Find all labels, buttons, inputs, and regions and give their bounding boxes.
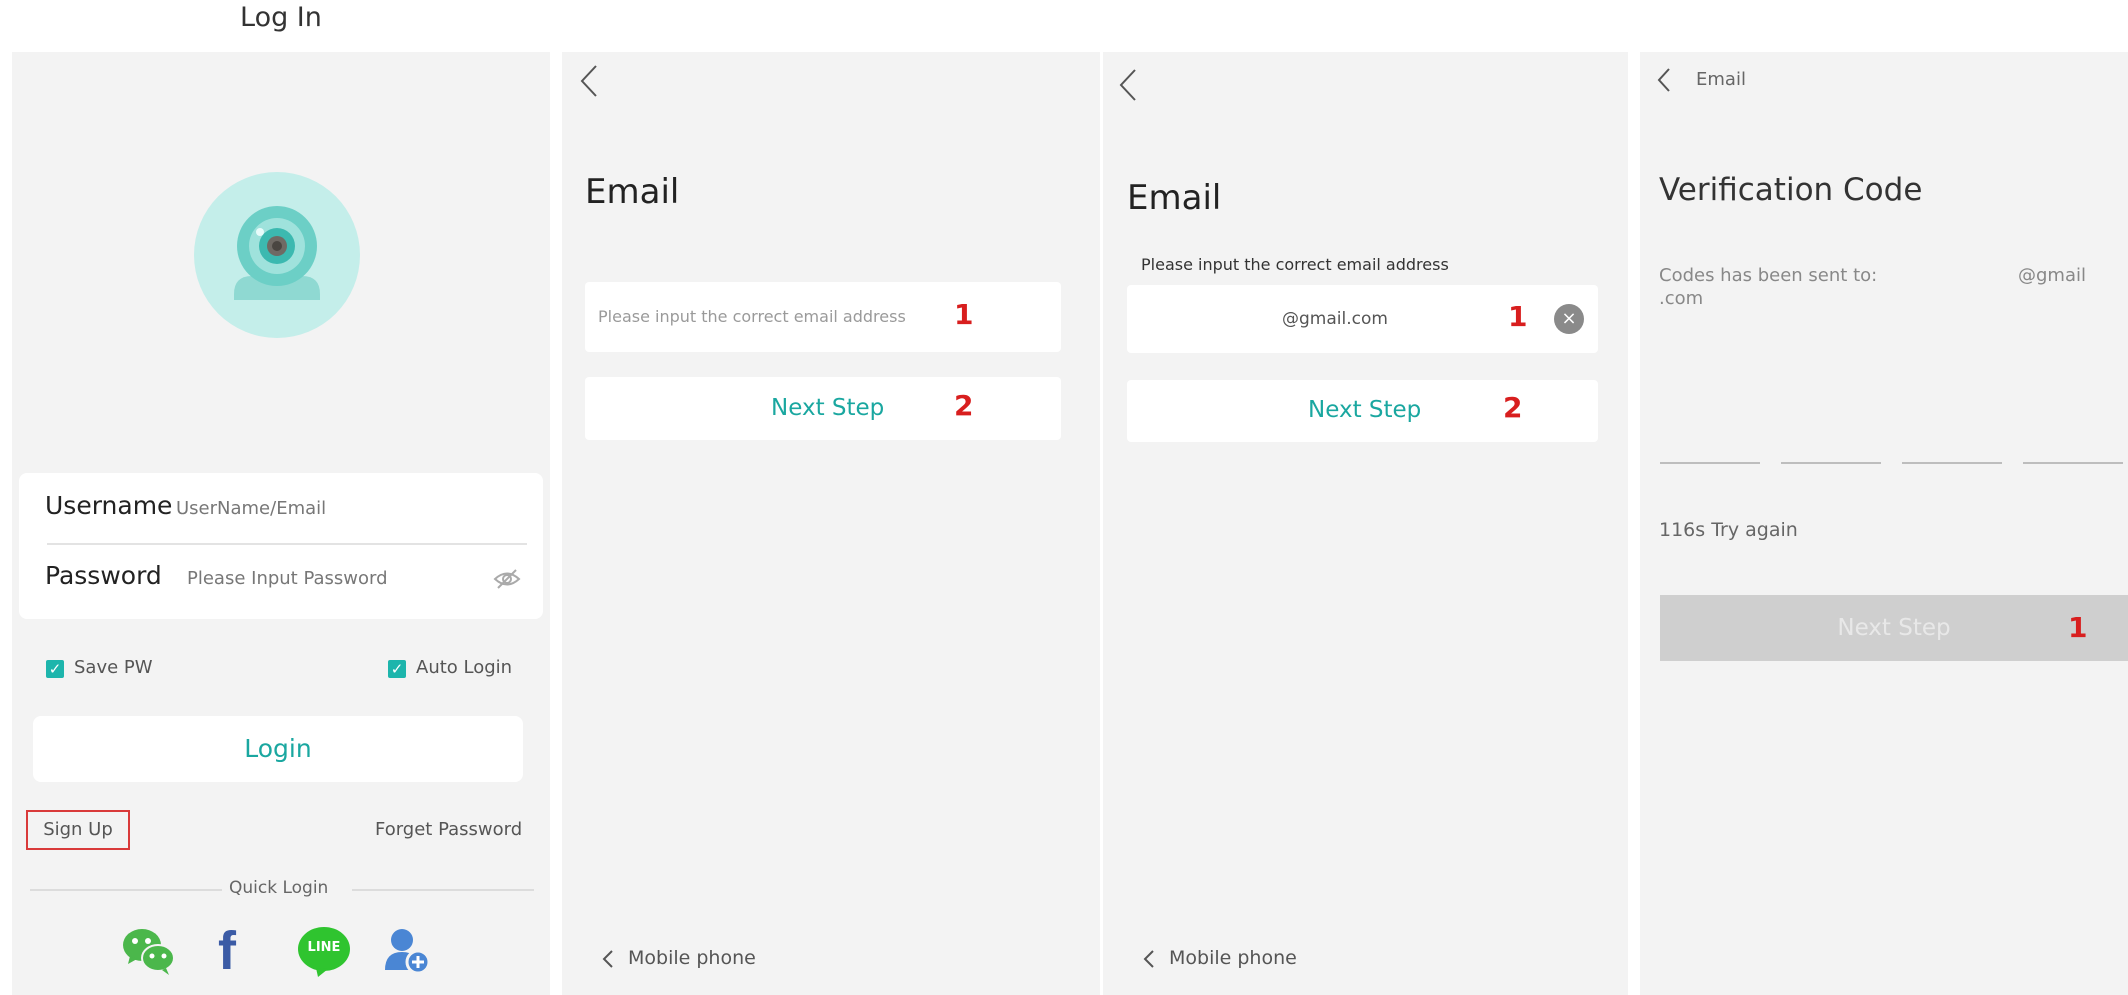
add-contact-icon[interactable] xyxy=(382,926,432,976)
resend-timer: 116s Try again xyxy=(1659,519,1798,541)
next-step-label: Next Step xyxy=(1837,615,1951,641)
eye-off-icon[interactable] xyxy=(493,568,521,594)
step-marker-1: 1 xyxy=(954,298,974,331)
app-logo xyxy=(194,172,360,338)
header-title: Email xyxy=(1696,69,1746,90)
password-label: Password xyxy=(45,561,162,590)
login-form-card: Username UserName/Email Password Please … xyxy=(19,473,543,619)
save-pw-checkbox[interactable]: ✓ xyxy=(46,660,64,678)
email-input-card[interactable]: @gmail.com 1 × xyxy=(1127,285,1598,353)
email-input[interactable]: Please input the correct email address xyxy=(598,307,906,326)
login-screen: Username UserName/Email Password Please … xyxy=(12,52,550,995)
forget-password-link[interactable]: Forget Password xyxy=(375,819,522,840)
line-icon-text: LINE xyxy=(307,940,341,955)
next-step-label: Next Step xyxy=(1308,397,1422,423)
username-label: Username xyxy=(45,491,173,520)
chevron-left-icon xyxy=(1143,949,1155,973)
sent-to-label: Codes has been sent to: xyxy=(1659,265,1878,286)
code-digit-4[interactable] xyxy=(2023,462,2123,464)
facebook-icon[interactable]: f xyxy=(218,924,258,978)
screen-title: Email xyxy=(585,172,680,212)
email-screen-filled: Email Please input the correct email add… xyxy=(1103,52,1628,995)
quick-login-label: Quick Login xyxy=(229,878,329,898)
next-step-label: Next Step xyxy=(771,395,885,421)
step-marker-1: 1 xyxy=(1508,300,1528,333)
next-step-button[interactable]: Next Step 2 xyxy=(585,377,1061,440)
email-input-card[interactable]: Please input the correct email address 1 xyxy=(585,282,1061,352)
back-chevron-icon[interactable] xyxy=(1117,66,1139,111)
email-hint: Please input the correct email address xyxy=(1141,255,1449,274)
step-marker-2: 2 xyxy=(1503,391,1523,424)
wechat-icon[interactable] xyxy=(122,926,175,976)
next-step-button[interactable]: Next Step 2 xyxy=(1127,380,1598,442)
code-digit-1[interactable] xyxy=(1660,462,1760,464)
next-step-button[interactable]: Next Step 1 xyxy=(1660,595,2128,661)
camera-icon xyxy=(234,206,320,300)
page-title: Log In xyxy=(240,2,322,33)
quick-login-divider-right xyxy=(352,889,534,891)
sign-up-link[interactable]: Sign Up xyxy=(26,810,130,850)
chevron-left-icon xyxy=(602,949,614,973)
auto-login-label: Auto Login xyxy=(416,657,513,678)
step-marker-1: 1 xyxy=(2068,611,2088,644)
mobile-phone-link[interactable]: Mobile phone xyxy=(628,947,756,969)
screen-title: Verification Code xyxy=(1659,172,1923,208)
step-marker-2: 2 xyxy=(954,389,974,422)
username-input[interactable]: UserName/Email xyxy=(176,498,326,519)
verification-code-screen: Email Verification Code Codes has been s… xyxy=(1640,52,2128,995)
save-pw-label: Save PW xyxy=(74,657,153,678)
sent-to-email: @gmail xyxy=(2018,265,2086,286)
sent-to-email-domain: .com xyxy=(1659,288,1704,309)
email-screen-empty: Email Please input the correct email add… xyxy=(562,52,1100,995)
email-input[interactable]: @gmail.com xyxy=(1282,309,1388,329)
line-icon[interactable]: LINE xyxy=(296,926,352,978)
quick-login-divider-left xyxy=(30,889,222,891)
clear-icon[interactable]: × xyxy=(1554,304,1584,334)
screen-title: Email xyxy=(1127,178,1222,218)
back-chevron-icon[interactable] xyxy=(578,62,600,107)
password-input[interactable]: Please Input Password xyxy=(187,568,388,589)
login-button[interactable]: Login xyxy=(33,716,523,782)
auto-login-checkbox[interactable]: ✓ xyxy=(388,660,406,678)
back-chevron-icon[interactable] xyxy=(1656,66,1672,98)
field-divider xyxy=(47,543,527,545)
code-digit-2[interactable] xyxy=(1781,462,1881,464)
code-digit-3[interactable] xyxy=(1902,462,2002,464)
mobile-phone-link[interactable]: Mobile phone xyxy=(1169,947,1297,969)
